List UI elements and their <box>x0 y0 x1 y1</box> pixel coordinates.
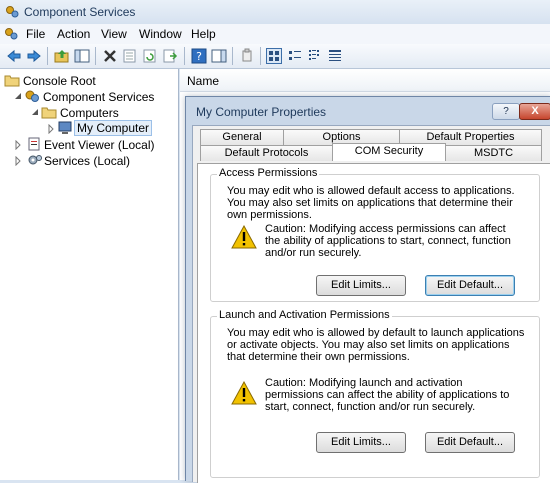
dialog-body: General Options Default Properties Defau… <box>192 125 550 483</box>
access-edit-limits-button[interactable]: Edit Limits... <box>316 275 406 296</box>
launch-activation-group: Launch and Activation Permissions You ma… <box>210 309 540 478</box>
collapsed-arrow-icon[interactable] <box>14 140 22 150</box>
system-menu-icon[interactable] <box>4 27 18 41</box>
menu-action[interactable]: Action <box>57 27 90 41</box>
forward-icon[interactable] <box>26 48 42 64</box>
up-folder-icon[interactable] <box>54 48 70 64</box>
list-view-icon[interactable] <box>307 48 323 64</box>
export-list-icon[interactable] <box>162 48 178 64</box>
component-services-icon <box>25 90 39 102</box>
help-icon[interactable]: ? <box>191 48 207 64</box>
menu-window[interactable]: Window <box>139 27 182 41</box>
access-caution: Caution: Modifying access permissions ca… <box>265 223 511 259</box>
delete-icon[interactable] <box>102 48 118 64</box>
console-tree: Console Root Component Services Computer… <box>0 69 179 480</box>
access-permissions-group: Access Permissions You may edit who is a… <box>210 167 540 302</box>
tree-item-label: Console Root <box>23 74 96 88</box>
tab-default-protocols[interactable]: Default Protocols <box>200 145 333 161</box>
help-button[interactable]: ? <box>492 103 520 120</box>
tree-item-label: Services (Local) <box>44 154 131 168</box>
access-description: You may edit who is allowed default acce… <box>227 185 515 221</box>
collapsed-arrow-icon[interactable] <box>14 156 22 166</box>
launch-edit-default-button[interactable]: Edit Default... <box>425 432 515 453</box>
computer-icon <box>58 121 72 134</box>
tree-item-label: Computers <box>60 106 119 120</box>
window-title: Component Services <box>24 5 136 19</box>
warning-icon <box>231 225 257 249</box>
back-icon[interactable] <box>6 48 22 64</box>
launch-description: You may edit who is allowed by default t… <box>227 327 525 363</box>
detail-view-icon[interactable] <box>327 48 343 64</box>
expanded-arrow-icon[interactable] <box>31 108 39 118</box>
menu-bar: File Action View Window Help <box>0 24 550 45</box>
toolbar: ? <box>0 44 550 69</box>
tree-item-label: Event Viewer (Local) <box>44 138 155 152</box>
properties-icon[interactable] <box>122 48 138 64</box>
tree-item-label: My Computer <box>74 120 153 136</box>
show-hide-action-pane-icon[interactable] <box>211 48 227 64</box>
tree-item-label: Component Services <box>43 90 155 104</box>
tab-com-security[interactable]: COM Security <box>332 143 446 161</box>
launch-edit-limits-button[interactable]: Edit Limits... <box>316 432 406 453</box>
large-icons-view-icon[interactable] <box>266 48 282 64</box>
properties-dialog: My Computer Properties ? X General Optio… <box>185 96 550 483</box>
refresh-icon[interactable] <box>142 48 158 64</box>
menu-view[interactable]: View <box>101 27 127 41</box>
group-title: Access Permissions <box>217 167 320 179</box>
tab-msdtc[interactable]: MSDTC <box>445 145 542 161</box>
expanded-arrow-icon[interactable] <box>14 92 22 102</box>
small-icons-view-icon[interactable] <box>287 48 303 64</box>
com-security-panel: Access Permissions You may edit who is a… <box>197 163 550 483</box>
svg-text:?: ? <box>196 50 202 63</box>
title-bar: Component Services <box>0 0 550 25</box>
configure-icon[interactable] <box>239 48 255 64</box>
access-edit-default-button[interactable]: Edit Default... <box>425 275 515 296</box>
folder-icon <box>41 107 57 119</box>
collapsed-arrow-icon[interactable] <box>47 124 55 134</box>
menu-help[interactable]: Help <box>191 27 216 41</box>
event-viewer-icon <box>28 137 40 151</box>
menu-file[interactable]: File <box>26 27 45 41</box>
folder-icon <box>4 75 20 87</box>
show-hide-tree-icon[interactable] <box>74 48 90 64</box>
close-button[interactable]: X <box>519 103 550 120</box>
column-header-name[interactable]: Name <box>180 69 550 92</box>
dialog-title: My Computer Properties <box>196 105 327 119</box>
group-title: Launch and Activation Permissions <box>217 309 392 321</box>
launch-caution: Caution: Modifying launch and activation… <box>265 377 510 413</box>
warning-icon <box>231 381 257 405</box>
column-header-label: Name <box>187 74 220 88</box>
services-icon <box>28 155 42 165</box>
tab-general[interactable]: General <box>200 129 284 145</box>
component-services-icon <box>6 6 19 18</box>
